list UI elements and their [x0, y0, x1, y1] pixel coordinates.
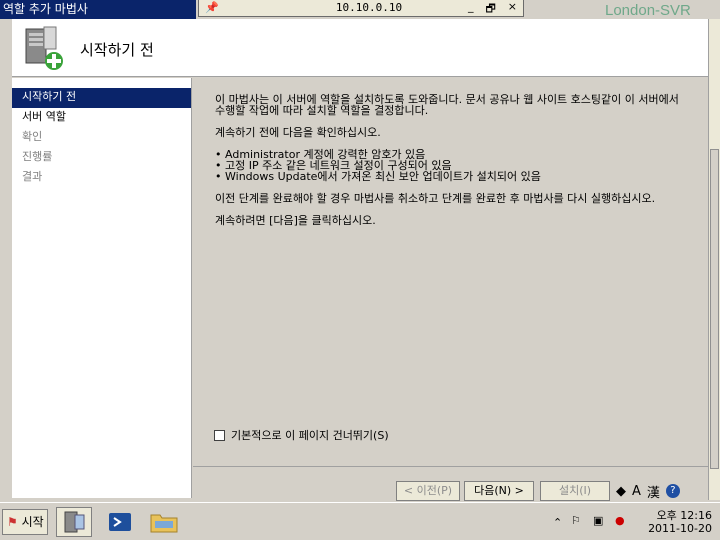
- step-progress: 진행률: [22, 150, 53, 163]
- vertical-scrollbar[interactable]: [708, 19, 720, 500]
- show-hidden-icons-icon[interactable]: ⌃: [553, 516, 562, 529]
- help-icon[interactable]: ?: [665, 484, 680, 498]
- page-title: 시작하기 전: [80, 41, 154, 59]
- windows-logo-icon: ⚑: [7, 515, 18, 529]
- checklist: Administrator 계정에 강력한 암호가 있음 고정 IP 주소 같은…: [215, 149, 685, 182]
- step-server-roles[interactable]: 서버 역할: [12, 108, 191, 128]
- restore-button[interactable]: 🗗: [485, 0, 495, 19]
- network-icon[interactable]: ▣: [593, 514, 603, 527]
- next-button[interactable]: 다음(N) >: [464, 481, 534, 501]
- install-button[interactable]: 설치(I): [540, 481, 610, 501]
- file-explorer-icon[interactable]: [146, 507, 182, 537]
- cancel-note: 이전 단계를 완료해야 할 경우 마법사를 취소하고 단계를 완료한 후 마법사…: [215, 192, 656, 205]
- server-name-watermark: London-SVR: [605, 2, 691, 19]
- ime-icon[interactable]: ◆: [616, 484, 626, 499]
- window-title: 역할 추가 마법사: [0, 0, 196, 19]
- clock-date: 2011-10-20: [648, 522, 712, 535]
- wizard-content: 이 마법사는 이 서버에 역할을 설치하도록 도와줍니다. 문서 공유나 웹 사…: [193, 78, 708, 464]
- checklist-item: Windows Update에서 가져온 최신 보안 업데이트가 설치되어 있음: [215, 171, 685, 182]
- clock[interactable]: 오후 12:16 2011-10-20: [648, 509, 712, 535]
- skip-page-option[interactable]: 기본적으로 이 페이지 건너뛰기(S): [214, 427, 389, 443]
- divider: [193, 466, 708, 467]
- system-tray: ⌃ ⚐ ▣ ● 오후 12:16 2011-10-20: [553, 506, 718, 538]
- taskbar: ⚑ 시작 ⌃ ⚐ ▣ ● 오후 12:16 2011-10-20: [0, 502, 720, 540]
- previous-button[interactable]: < 이전(P): [396, 481, 460, 501]
- scrollbar-thumb[interactable]: [710, 149, 719, 469]
- action-center-flag-icon[interactable]: ⚐: [571, 514, 581, 527]
- skip-page-checkbox[interactable]: [214, 429, 225, 441]
- wizard-header: 시작하기 전: [12, 19, 708, 77]
- skip-page-label: 기본적으로 이 페이지 건너뛰기(S): [231, 429, 389, 442]
- server-add-icon: [25, 26, 63, 70]
- minimize-button[interactable]: _: [468, 0, 474, 19]
- pin-icon[interactable]: 📌: [205, 1, 219, 14]
- powershell-icon[interactable]: [102, 507, 138, 537]
- confirm-text: 계속하기 전에 다음을 확인하십시오.: [215, 126, 381, 139]
- step-confirmation: 확인: [22, 130, 43, 143]
- language-bar: ◆ A 漢 ?: [612, 481, 708, 501]
- start-button[interactable]: ⚑ 시작: [2, 509, 48, 535]
- close-button[interactable]: ×: [508, 0, 517, 19]
- input-mode-icon[interactable]: A: [632, 484, 641, 499]
- hanja-icon[interactable]: 漢: [647, 482, 660, 501]
- step-before-you-begin[interactable]: 시작하기 전: [12, 88, 191, 108]
- volume-muted-icon[interactable]: ●: [615, 514, 625, 527]
- start-label: 시작: [21, 515, 44, 529]
- step-results: 결과: [22, 170, 43, 183]
- clock-time: 오후 12:16: [656, 509, 712, 522]
- remote-connection-bar: 📌 10.10.0.10 _ 🗗 ×: [198, 0, 524, 17]
- wizard-steps: 시작하기 전 서버 역할 확인 진행률 결과: [12, 78, 192, 498]
- server-manager-taskbar-icon[interactable]: [56, 507, 92, 537]
- next-note: 계속하려면 [다음]을 클릭하십시오.: [215, 214, 376, 227]
- intro-text: 이 마법사는 이 서버에 역할을 설치하도록 도와줍니다. 문서 공유나 웹 사…: [215, 93, 679, 117]
- remote-host-label: 10.10.0.10: [335, 1, 403, 14]
